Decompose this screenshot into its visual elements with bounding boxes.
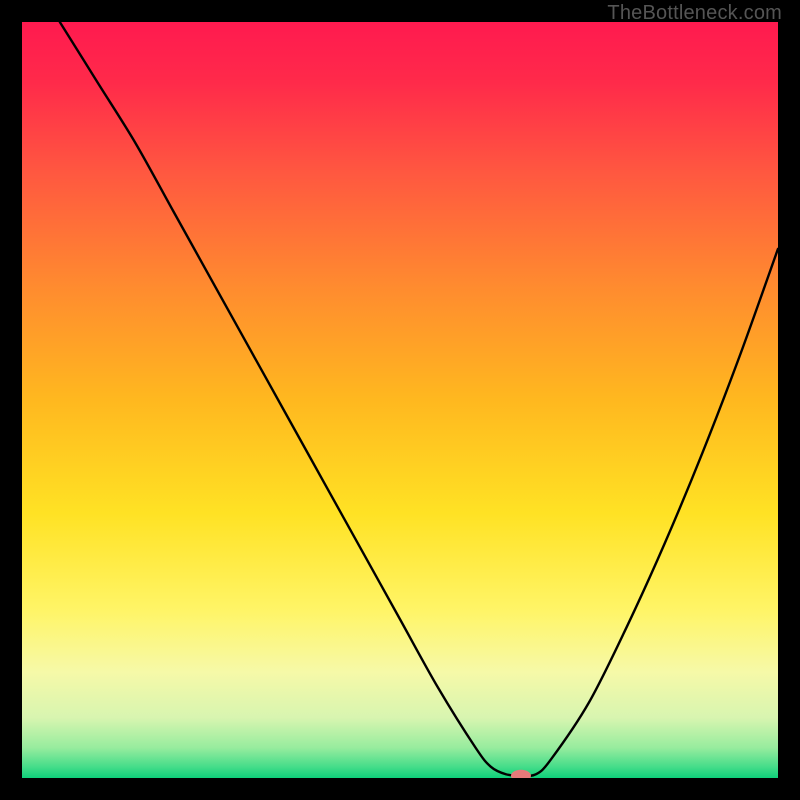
gradient-background [22, 22, 778, 778]
plot-area [22, 22, 778, 778]
chart-svg [22, 22, 778, 778]
watermark-text: TheBottleneck.com [607, 2, 782, 25]
chart-container: TheBottleneck.com [0, 0, 800, 800]
